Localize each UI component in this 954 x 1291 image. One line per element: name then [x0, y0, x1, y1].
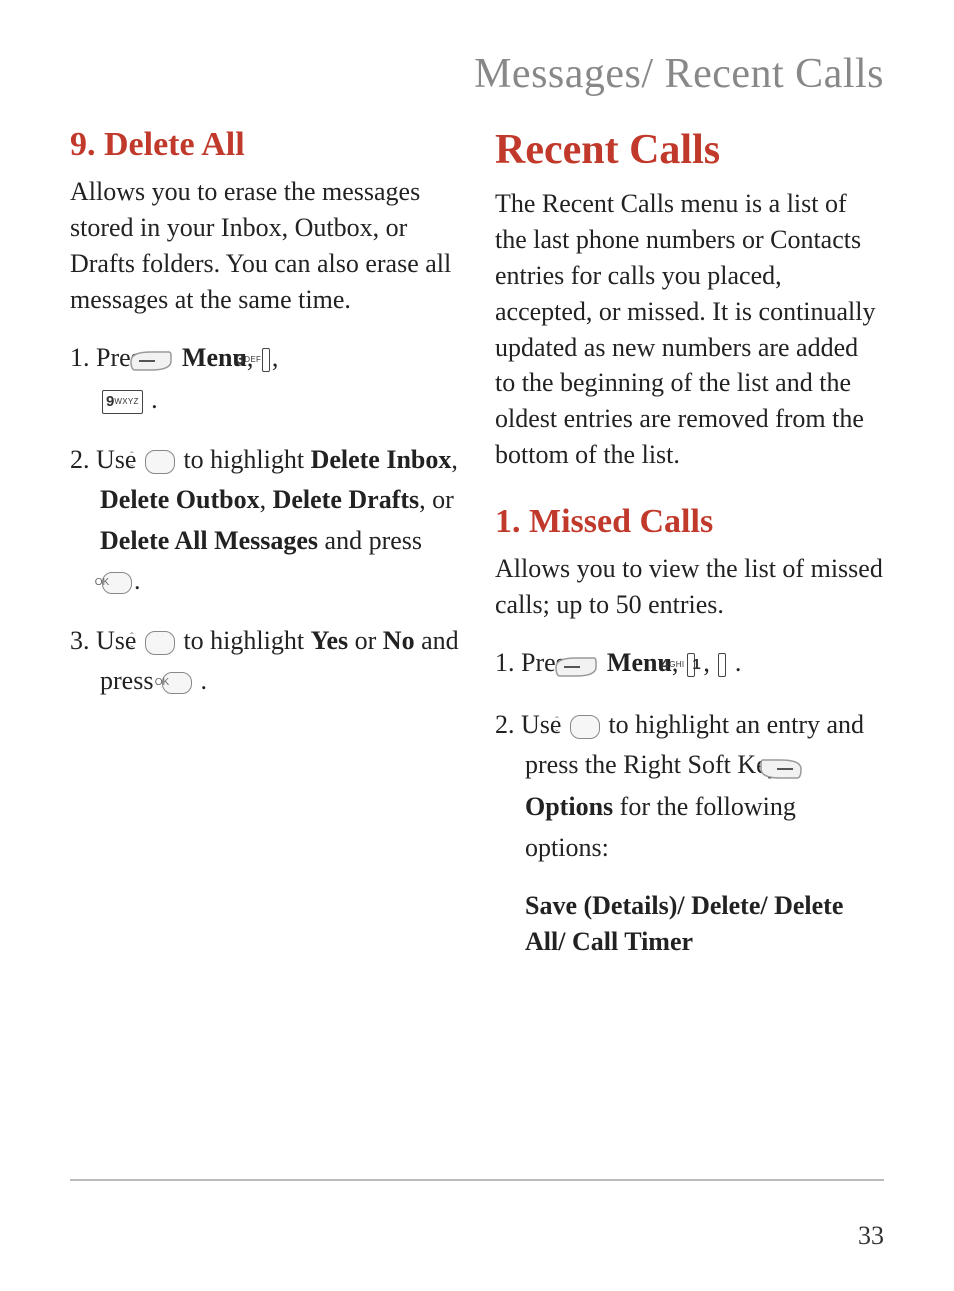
- ok-key-icon: OK: [162, 672, 192, 694]
- left-softkey-icon: [584, 645, 598, 685]
- left-softkey-icon: [159, 339, 173, 379]
- step-1-left: 1. Press Menu, 3DEF, 9WXYZ .: [70, 338, 459, 420]
- key-1-icon: 1: [718, 653, 726, 677]
- step-2-left: 2. Use to highlight Delete Inbox, Delete…: [70, 440, 459, 601]
- step-3-left: 3. Use to highlight Yes or No and press …: [70, 621, 459, 702]
- para-recent-calls: The Recent Calls menu is a list of the l…: [495, 186, 884, 473]
- text: ,: [260, 485, 273, 514]
- bold-text: Options: [525, 792, 613, 821]
- text: ,: [272, 343, 279, 372]
- step-2-right: 2. Use to highlight an entry and press t…: [495, 705, 884, 868]
- text: .: [145, 385, 158, 414]
- options-list: Save (Details)/ Delete/ Delete All/ Call…: [495, 888, 884, 961]
- ok-key-icon: OK: [102, 572, 132, 594]
- nav-key-icon: [145, 450, 175, 474]
- nav-key-icon: [570, 715, 600, 739]
- right-softkey-icon: [789, 747, 803, 787]
- text: .: [728, 648, 741, 677]
- para-delete-all: Allows you to erase the messages stored …: [70, 174, 459, 318]
- text: .: [194, 666, 207, 695]
- text: or: [348, 626, 383, 655]
- text: .: [134, 566, 141, 595]
- page-header: Messages/ Recent Calls: [70, 50, 884, 98]
- text: to highlight: [183, 626, 310, 655]
- bold-text: Delete Outbox: [100, 485, 260, 514]
- nav-key-icon: [145, 631, 175, 655]
- footer-rule: [70, 1179, 884, 1181]
- para-missed-calls: Allows you to view the list of missed ca…: [495, 551, 884, 623]
- page-number: 33: [858, 1221, 884, 1251]
- key-3-icon: 3DEF: [262, 348, 270, 372]
- text: and press: [318, 526, 422, 555]
- key-9-icon: 9WXYZ: [102, 390, 143, 414]
- step-1-right: 1. Press Menu, 4GHI , 1 .: [495, 643, 884, 685]
- bold-text: Yes: [311, 626, 349, 655]
- bold-text: No: [383, 626, 415, 655]
- left-column: 9. Delete All Allows you to erase the me…: [70, 126, 459, 961]
- text: ,: [451, 445, 458, 474]
- heading-recent-calls: Recent Calls: [495, 126, 884, 174]
- bold-text: Delete All Messages: [100, 526, 318, 555]
- text: , or: [419, 485, 454, 514]
- bold-text: Delete Drafts: [273, 485, 420, 514]
- text: to highlight: [183, 445, 310, 474]
- right-column: Recent Calls The Recent Calls menu is a …: [495, 126, 884, 961]
- heading-missed-calls: 1. Missed Calls: [495, 503, 884, 541]
- heading-delete-all: 9. Delete All: [70, 126, 459, 164]
- bold-text: Delete Inbox: [311, 445, 452, 474]
